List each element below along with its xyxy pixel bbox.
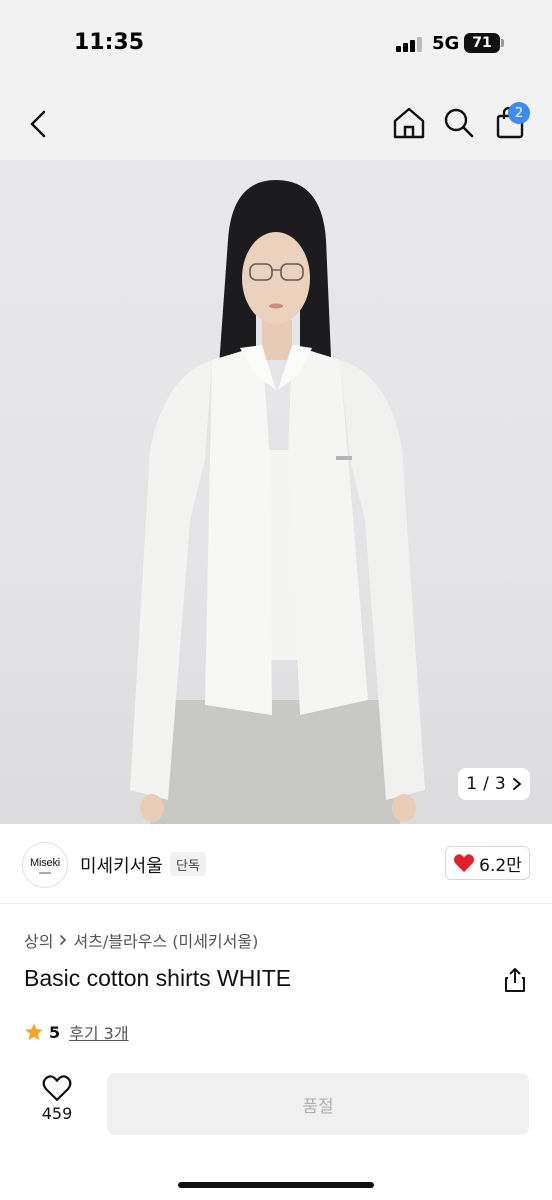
brand-logo[interactable]: Miseki <box>22 842 68 888</box>
star-icon <box>25 1023 43 1041</box>
product-title: Basic cotton shirts WHITE <box>24 965 292 991</box>
navigation-bar <box>0 90 552 160</box>
sold-out-button[interactable]: 품절 <box>107 1073 529 1135</box>
cart-count-badge: 2 <box>508 102 530 124</box>
image-counter-total: 3 <box>494 774 506 794</box>
chevron-left-icon <box>30 110 46 138</box>
chevron-right-icon <box>60 935 67 945</box>
home-icon <box>393 107 425 139</box>
signal-icon <box>396 36 422 52</box>
model-photo <box>130 180 425 824</box>
status-time: 11:35 <box>74 30 145 55</box>
image-counter-current: 1 <box>466 774 478 794</box>
share-icon <box>505 968 525 992</box>
brand-name[interactable]: 미세키서울 <box>80 852 163 878</box>
brand-like-button[interactable]: 6.2만 <box>445 846 530 880</box>
rating-score: 5 <box>49 1022 61 1042</box>
share-button[interactable] <box>502 966 528 994</box>
back-button[interactable] <box>24 106 56 142</box>
product-image[interactable] <box>0 160 552 824</box>
heart-filled-icon <box>454 854 475 873</box>
network-type: 5G <box>432 33 460 54</box>
status-bar: 11:35 5G 71 <box>0 0 552 90</box>
brand-like-count: 6.2만 <box>479 855 522 876</box>
review-link[interactable]: 후기 3개 <box>69 1020 128 1044</box>
search-button[interactable] <box>440 104 478 142</box>
image-counter[interactable]: 1 / 3 <box>458 768 530 800</box>
search-icon <box>444 108 474 138</box>
breadcrumb-item-category[interactable]: 셔츠/블라우스 (미세키서울) <box>73 928 258 952</box>
heart-outline-icon <box>42 1075 72 1101</box>
chevron-right-icon <box>512 778 521 790</box>
brand-logo-text: Miseki <box>30 856 60 869</box>
wishlist-count: 459 <box>41 1104 73 1123</box>
breadcrumb-item-top[interactable]: 상의 <box>24 928 53 952</box>
home-indicator <box>178 1182 374 1188</box>
rating-row: 5 후기 3개 <box>24 1020 129 1044</box>
home-button[interactable] <box>390 104 428 142</box>
exclusive-badge: 단독 <box>170 852 206 876</box>
brand-logo-mark <box>39 871 51 874</box>
battery-icon: 71 <box>464 33 500 53</box>
wishlist-button[interactable]: 459 <box>30 1074 84 1134</box>
battery-tip <box>501 39 504 47</box>
image-counter-separator: / <box>483 774 489 794</box>
breadcrumb: 상의 셔츠/블라우스 (미세키서울) <box>24 928 258 952</box>
